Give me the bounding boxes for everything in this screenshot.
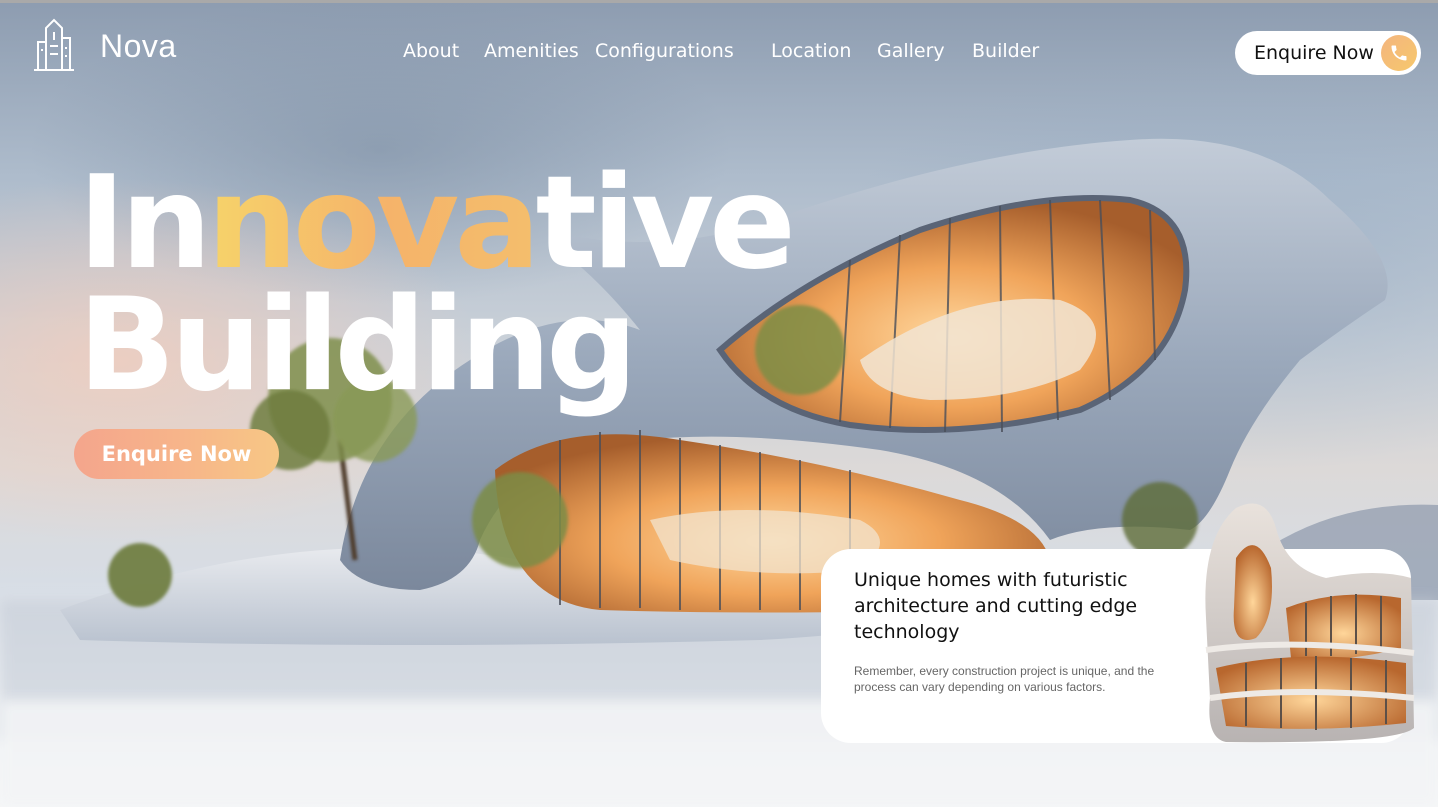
info-card-title: Unique homes with futuristic architectur… xyxy=(854,569,1138,643)
building-thumbnail-image xyxy=(1205,503,1415,743)
enquire-now-hero-label: Enquire Now xyxy=(101,442,252,466)
enquire-now-header-label: Enquire Now xyxy=(1254,42,1374,64)
nav-item-amenities[interactable]: Amenities xyxy=(484,40,579,62)
hero-title-line2: Building xyxy=(78,271,638,420)
enquire-now-hero-button[interactable]: Enquire Now xyxy=(74,429,279,479)
enquire-now-header-button[interactable]: Enquire Now xyxy=(1235,31,1421,75)
top-border xyxy=(0,0,1438,3)
brand-name[interactable]: Nova xyxy=(100,28,177,65)
hero-title-line1: Innovative xyxy=(78,160,796,288)
nav-item-about[interactable]: About xyxy=(403,40,459,62)
nav-item-location[interactable]: Location xyxy=(771,40,851,62)
building-icon xyxy=(34,18,74,71)
phone-icon xyxy=(1381,35,1417,71)
nav-item-builder[interactable]: Builder xyxy=(972,40,1039,62)
nav-item-configurations[interactable]: Configurations xyxy=(595,40,734,62)
logo[interactable] xyxy=(32,16,76,72)
info-card-text: Remember, every construction project is … xyxy=(854,664,1155,694)
nav-item-gallery[interactable]: Gallery xyxy=(877,40,945,62)
